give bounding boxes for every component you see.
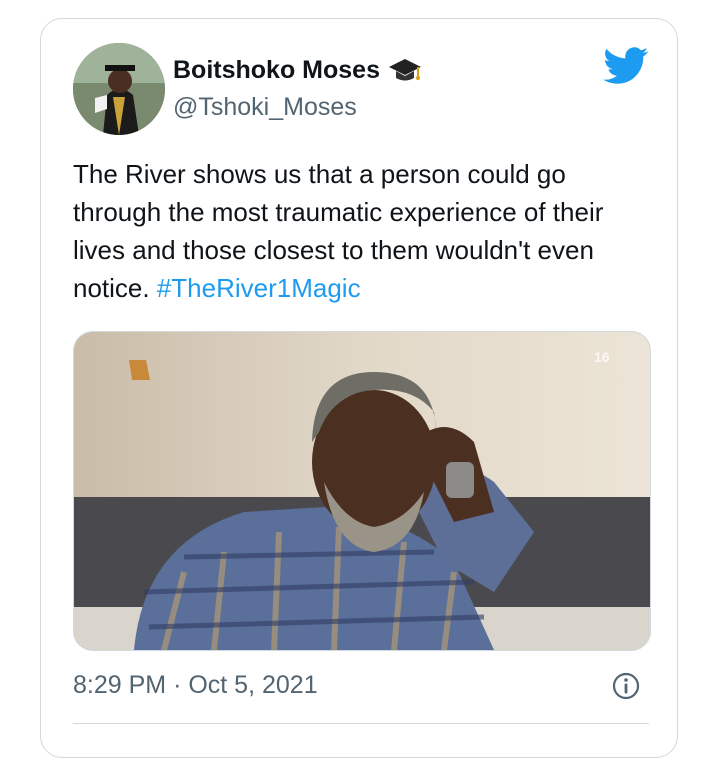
author-display-name[interactable]: Boitshoko Moses [173, 55, 422, 85]
hashtag-link[interactable]: #TheRiver1Magic [157, 273, 361, 303]
channel-badge: 16 [594, 349, 610, 365]
twitter-bird-icon[interactable] [603, 47, 649, 85]
tweet-time[interactable]: 8:29 PM [73, 671, 166, 699]
graduation-cap-icon [388, 55, 422, 85]
divider [73, 723, 649, 724]
avatar[interactable] [73, 43, 165, 135]
tweet-media-image[interactable]: 16 [73, 331, 651, 651]
display-name-text[interactable]: Boitshoko Moses [173, 56, 380, 85]
author-handle[interactable]: @Tshoki_Moses [173, 93, 357, 122]
tweet-timestamp[interactable]: 8:29 PM · Oct 5, 2021 [73, 671, 318, 700]
tweet-card[interactable]: Boitshoko Moses @Tshoki_Moses The River … [40, 18, 678, 758]
info-icon[interactable] [611, 671, 641, 701]
tweet-date[interactable]: Oct 5, 2021 [188, 671, 317, 699]
timestamp-separator: · [173, 671, 182, 699]
tweet-text: The River shows us that a person could g… [73, 155, 653, 307]
